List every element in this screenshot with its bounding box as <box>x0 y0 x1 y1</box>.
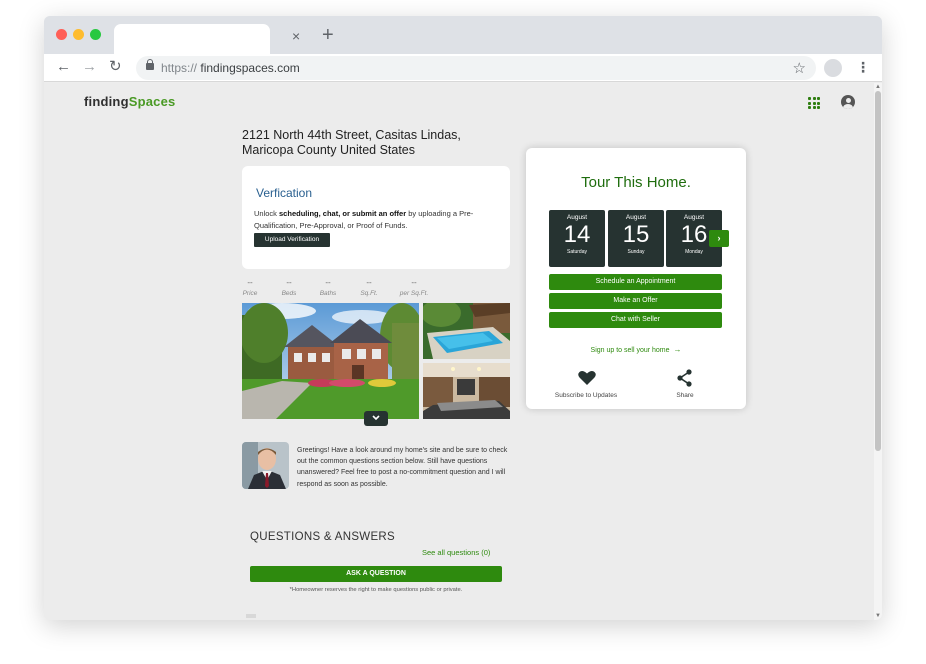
page-scrollbar[interactable]: ▲ ▼ <box>874 83 882 620</box>
close-window-dot[interactable] <box>56 29 67 40</box>
share-label[interactable]: Share <box>665 392 705 399</box>
forward-icon[interactable]: → <box>82 58 97 76</box>
logo-text-spaces: Spaces <box>128 94 176 109</box>
content-fade-marker <box>246 614 256 618</box>
tab-close-icon[interactable]: × <box>292 29 300 43</box>
qa-disclaimer: *Homeowner reserves the right to make qu… <box>289 587 463 593</box>
subscribe-label[interactable]: Subscribe to Updates <box>546 392 626 399</box>
upload-verification-button[interactable]: Upload Verification <box>254 233 330 247</box>
tour-card: Tour This Home. August 14 Saturday August 1… <box>526 148 746 409</box>
next-dates-chevron-icon[interactable]: › <box>709 230 729 247</box>
browser-toolbar: ← → ↻ https:// findingspaces.com ☆ ⋮ <box>44 54 882 82</box>
schedule-appointment-button[interactable]: Schedule an Appointment <box>549 274 722 290</box>
browser-profile-avatar[interactable] <box>824 59 842 77</box>
tab-bar: × + <box>44 16 882 54</box>
site-logo[interactable]: findingSpaces <box>84 94 175 109</box>
account-icon[interactable] <box>841 95 855 109</box>
stat-per-sqft: -- per Sq.Ft. <box>399 278 429 298</box>
page-content: findingSpaces 2121 North 44th Street, Ca… <box>44 83 882 620</box>
new-tab-icon[interactable]: + <box>322 25 334 45</box>
qa-section-title: QUESTIONS & ANSWERS <box>250 531 396 543</box>
lock-icon <box>146 59 154 70</box>
see-all-questions-link[interactable]: See all questions (0) <box>422 548 490 557</box>
seller-avatar <box>242 442 289 489</box>
verification-card: Verfication Unlock scheduling, chat, or … <box>242 166 510 269</box>
reload-icon[interactable]: ↻ <box>109 58 122 76</box>
chat-with-seller-button[interactable]: Chat with Seller <box>549 312 722 328</box>
bookmark-star-icon[interactable]: ☆ <box>793 59 806 77</box>
browser-tab[interactable] <box>114 24 270 54</box>
verification-text: Unlock scheduling, chat, or submit an of… <box>254 209 474 230</box>
browser-window: × + ← → ↻ https:// findingspaces.com ☆ ⋮… <box>44 16 882 620</box>
url-host: findingspaces.com <box>200 61 300 75</box>
listing-address: 2121 North 44th Street, Casitas Lindas, … <box>242 128 461 157</box>
back-icon[interactable]: ← <box>56 58 71 76</box>
gallery-expand-button[interactable] <box>364 411 388 426</box>
heart-icon[interactable] <box>577 369 597 387</box>
sign-up-to-sell-link[interactable]: Sign up to sell your home → <box>526 345 746 354</box>
maximize-window-dot[interactable] <box>90 29 101 40</box>
tour-title: Tour This Home. <box>581 174 691 191</box>
make-offer-button[interactable]: Make an Offer <box>549 293 722 309</box>
stat-sqft: -- Sq.Ft. <box>360 278 378 298</box>
logo-text-finding: finding <box>84 94 129 109</box>
url-text: https:// findingspaces.com <box>161 61 300 75</box>
address-bar[interactable]: https:// findingspaces.com ☆ <box>136 56 816 80</box>
main-house-photo[interactable] <box>242 303 419 419</box>
browser-menu-icon[interactable]: ⋮ <box>856 58 870 76</box>
seller-message: Greetings! Have a look around my home's … <box>297 447 508 488</box>
scroll-down-icon[interactable]: ▼ <box>875 613 881 619</box>
scrollbar-thumb[interactable] <box>875 91 881 451</box>
apps-grid-icon[interactable] <box>808 97 820 109</box>
verification-title: Verfication <box>256 186 313 200</box>
pool-photo[interactable] <box>423 303 510 359</box>
kitchen-photo[interactable] <box>423 363 510 419</box>
share-icon[interactable] <box>675 369 695 387</box>
listing-stats: -- Price -- Beds -- Baths -- Sq.Ft. -- per Sq… <box>242 279 442 299</box>
scroll-up-icon[interactable]: ▲ <box>875 84 881 90</box>
ask-question-button[interactable]: ASK A QUESTION <box>250 566 502 582</box>
date-tile[interactable]: August 15 Sunday <box>608 210 664 267</box>
stat-beds: -- Beds <box>281 278 297 298</box>
stat-price: -- Price <box>242 278 258 298</box>
chevron-down-icon <box>372 415 380 421</box>
minimize-window-dot[interactable] <box>73 29 84 40</box>
url-protocol: https:// <box>161 61 198 75</box>
stat-baths: -- Baths <box>319 278 337 298</box>
date-tile[interactable]: August 14 Saturday <box>549 210 605 267</box>
